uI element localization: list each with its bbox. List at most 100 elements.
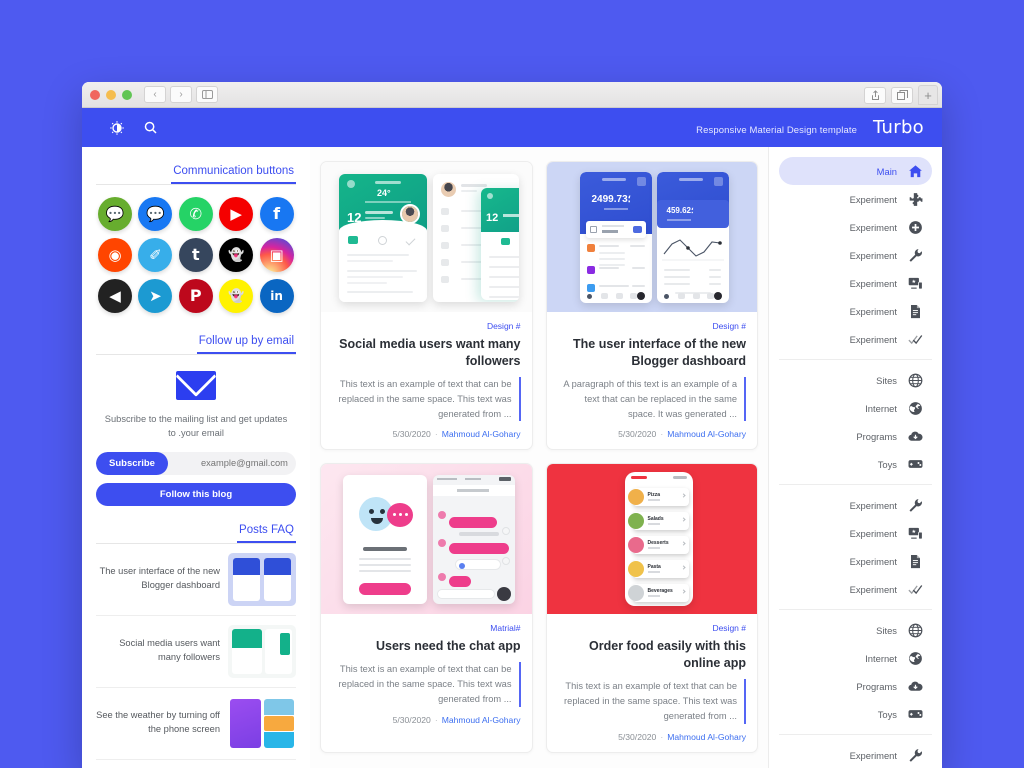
sidebar-item-toys[interactable]: Toys [779,450,932,478]
post-title[interactable]: The user interface of the new Blogger da… [558,336,746,370]
email-widget-title: Follow up by email [196,335,296,354]
minimize-window-button[interactable] [106,89,116,100]
social-button-reddit[interactable]: ◉ [98,238,132,272]
share-icon[interactable] [864,86,886,104]
tab-overview-icon[interactable] [891,86,913,104]
post-title[interactable]: Order food easily with this online app [558,638,746,672]
youtube-icon: ▶ [230,204,242,223]
sidebar-item-sites[interactable]: Sites [779,616,932,644]
sidebar-item-experiment[interactable]: Experiment [779,325,932,353]
sidebar-item-experiment[interactable]: Experiment [779,241,932,269]
left-sidebar: Communication buttons 💬 💬 ✆ ▶ f ◉ ✐ t 👻 ▣ ◀ ➤ P 👻 in F… [82,147,310,768]
subscribe-button[interactable]: Subscribe [96,451,168,475]
sidebar-item-experiment[interactable]: Experiment [779,297,932,325]
search-icon[interactable] [144,121,157,134]
posts-faq-widget: Posts FAQ The user interface of the new … [96,520,296,768]
post-card[interactable]: Matrial# Users need the chat app This text… [320,463,533,753]
post-card[interactable]: 24° 12 12 Design # Social media users wa… [320,161,533,451]
faq-item[interactable]: Social media users want many followers [96,616,296,688]
maximize-window-button[interactable] [122,89,132,100]
sidebar-item-experiment[interactable]: Experiment [779,491,932,519]
page-body: Communication buttons 💬 💬 ✆ ▶ f ◉ ✐ t 👻 ▣ ◀ ➤ P 👻 in F… [82,147,942,768]
subscribe-description: Subscribe to the mailing list and get up… [104,414,288,439]
post-card[interactable]: Pizza Salads Desserts Pasta Beverages De… [545,463,758,753]
sidebar-item-toys[interactable]: Toys [779,700,932,728]
sidebar-item-label: Programs [856,430,897,442]
post-excerpt: This text is an example of text that can… [332,376,521,422]
right-sidebar[interactable]: Main Experiment Experiment Experiment Experi… [768,147,942,768]
social-button-youtube[interactable]: ▶ [219,197,254,231]
brightness-icon[interactable] [110,120,124,135]
instagram-icon: ▣ [269,245,284,264]
site-logo[interactable]: Turbo [873,117,924,138]
social-button-messenger[interactable]: 💬 [138,197,173,231]
post-author[interactable]: Mahmoud Al-Gohary [667,732,746,742]
sidebar-item-label: Experiment [849,249,897,261]
social-button-whatsapp[interactable]: ✆ [178,197,213,231]
social-buttons-grid[interactable]: 💬 💬 ✆ ▶ f ◉ ✐ t 👻 ▣ ◀ ➤ P 👻 in [96,185,296,317]
browser-right-controls[interactable]: + [864,82,938,108]
post-meta: 5/30/2020 · Mahmoud Al-Gohary [558,429,746,440]
email-input[interactable] [167,458,296,469]
social-button-telegram[interactable]: ➤ [138,279,173,313]
browser-nav-buttons[interactable]: ‹ › [144,86,218,103]
post-author[interactable]: Mahmoud Al-Gohary [442,715,521,725]
forward-button[interactable]: › [170,86,192,103]
sidebar-item-experiment[interactable]: Experiment [779,547,932,575]
post-date: 5/30/2020 [618,429,657,440]
post-title[interactable]: Social media users want many followers [332,336,520,370]
post-date: 5/30/2020 [392,429,431,440]
sidebar-item-experiment[interactable]: Experiment [779,185,932,213]
meta-separator: · [660,731,664,742]
faq-item-title: Social media users want many followers [119,638,220,663]
social-button-facebook[interactable]: f [259,197,294,231]
sidebar-item-sites[interactable]: Sites [779,366,932,394]
post-author[interactable]: Mahmoud Al-Gohary [667,429,746,439]
sidebar-item-experiment[interactable]: Experiment [779,213,932,241]
close-window-button[interactable] [90,89,100,100]
puzzle-icon [908,192,923,207]
sidebar-item-internet[interactable]: Internet [779,394,932,422]
social-button-vimeo[interactable]: ◀ [98,279,132,313]
posts-faq-list[interactable]: The user interface of the new Blogger da… [96,544,296,760]
sidebar-toggle-icon[interactable] [196,86,218,103]
sidebar-item-internet[interactable]: Internet [779,644,932,672]
faq-item[interactable]: The user interface of the new Blogger da… [96,544,296,616]
social-button-snapchat[interactable]: 👻 [219,279,254,313]
window-controls[interactable] [90,89,132,100]
meta-separator: · [660,429,664,440]
sidebar-item-experiment[interactable]: Experiment [779,741,932,768]
new-tab-button[interactable]: + [918,85,938,105]
post-tag[interactable]: Design # [332,321,521,331]
faq-item[interactable]: See the weather by turning off the phone… [96,688,296,760]
post-card[interactable]: ؛2499.73 ؛459.62 Design # The user inter… [545,161,758,451]
sidebar-item-experiment[interactable]: Experiment [779,575,932,603]
sidebar-item-main[interactable]: Main [779,157,932,185]
social-button-pinterest[interactable]: P [178,279,213,313]
linkedin-icon: in [270,289,283,303]
sidebar-item-programs[interactable]: Programs [779,422,932,450]
sidebar-item-label: Experiment [849,499,897,511]
follow-blog-button[interactable]: Follow this blog [96,482,296,506]
post-author[interactable]: Mahmoud Al-Gohary [442,429,521,439]
sidebar-item-programs[interactable]: Programs [779,672,932,700]
social-button-snapchat-dark[interactable]: 👻 [219,238,254,272]
social-button-linkedin[interactable]: in [259,279,294,313]
back-button[interactable]: ‹ [144,86,166,103]
sidebar-item-experiment[interactable]: Experiment [779,519,932,547]
sidebar-item-label: Internet [865,652,897,664]
subscribe-form[interactable]: Subscribe [96,451,296,475]
social-button-wechat[interactable]: 💬 [98,197,132,231]
email-subscribe-widget: Follow up by email Subscribe to the mail… [96,331,296,506]
site-tagline: Responsive Material Design template [696,125,857,136]
sidebar-item-experiment[interactable]: Experiment [779,269,932,297]
communication-widget: Communication buttons 💬 💬 ✆ ▶ f ◉ ✐ t 👻 ▣ ◀ ➤ P 👻 in [96,161,296,317]
social-button-twitter[interactable]: ✐ [138,238,173,272]
post-tag[interactable]: Design # [558,321,746,331]
post-title[interactable]: Users need the chat app [332,638,521,655]
post-tag[interactable]: Matrial# [332,623,520,633]
sidebar-item-label: Experiment [849,749,897,761]
social-button-tumblr[interactable]: t [178,238,213,272]
post-tag[interactable]: Design # [558,623,746,633]
social-button-instagram[interactable]: ▣ [259,238,294,272]
